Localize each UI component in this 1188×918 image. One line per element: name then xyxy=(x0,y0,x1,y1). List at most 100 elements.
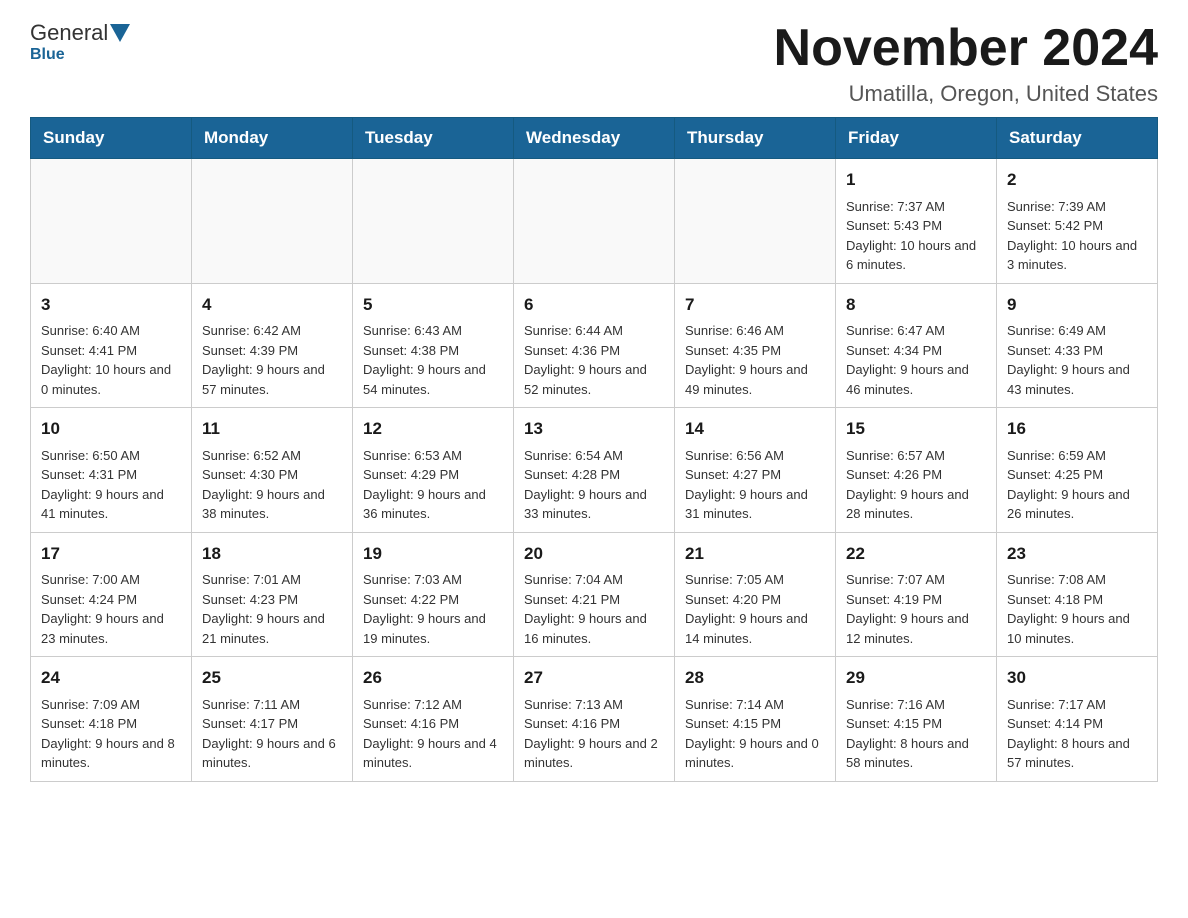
day-number: 15 xyxy=(846,416,986,442)
calendar-cell: 25Sunrise: 7:11 AMSunset: 4:17 PMDayligh… xyxy=(192,657,353,782)
calendar-header-friday: Friday xyxy=(836,118,997,159)
calendar-cell: 6Sunrise: 6:44 AMSunset: 4:36 PMDaylight… xyxy=(514,283,675,408)
title-block: November 2024 Umatilla, Oregon, United S… xyxy=(774,20,1158,107)
day-info: Sunrise: 6:42 AMSunset: 4:39 PMDaylight:… xyxy=(202,321,342,399)
calendar-cell: 29 Sunrise: 7:16 AMSunset: 4:15 PMDayligh… xyxy=(836,657,997,782)
day-info: Sunrise: 7:37 AMSunset: 5:43 PMDaylight:… xyxy=(846,197,986,275)
day-info: Sunrise: 6:54 AMSunset: 4:28 PMDaylight:… xyxy=(524,446,664,524)
calendar-cell: 23Sunrise: 7:08 AMSunset: 4:18 PMDayligh… xyxy=(997,532,1158,657)
calendar-header-saturday: Saturday xyxy=(997,118,1158,159)
day-number: 30 xyxy=(1007,665,1147,691)
day-number: 3 xyxy=(41,292,181,318)
day-number: 7 xyxy=(685,292,825,318)
day-info: Sunrise: 6:57 AMSunset: 4:26 PMDaylight:… xyxy=(846,446,986,524)
day-number: 21 xyxy=(685,541,825,567)
calendar-cell: 13 Sunrise: 6:54 AMSunset: 4:28 PMDayligh… xyxy=(514,408,675,533)
day-info: Sunrise: 6:59 AMSunset: 4:25 PMDaylight:… xyxy=(1007,446,1147,524)
calendar-cell: 12Sunrise: 6:53 AMSunset: 4:29 PMDayligh… xyxy=(353,408,514,533)
calendar-cell: 4Sunrise: 6:42 AMSunset: 4:39 PMDaylight… xyxy=(192,283,353,408)
calendar-cell xyxy=(353,159,514,284)
calendar-cell: 27 Sunrise: 7:13 AMSunset: 4:16 PMDayligh… xyxy=(514,657,675,782)
day-number: 17 xyxy=(41,541,181,567)
day-number: 26 xyxy=(363,665,503,691)
day-number: 20 xyxy=(524,541,664,567)
day-info: Sunrise: 6:49 AMSunset: 4:33 PMDaylight:… xyxy=(1007,321,1147,399)
calendar-week-1: 1 Sunrise: 7:37 AMSunset: 5:43 PMDaylight… xyxy=(31,159,1158,284)
calendar-cell: 20 Sunrise: 7:04 AMSunset: 4:21 PMDayligh… xyxy=(514,532,675,657)
day-number: 28 xyxy=(685,665,825,691)
day-info: Sunrise: 7:07 AMSunset: 4:19 PMDaylight:… xyxy=(846,570,986,648)
calendar-cell xyxy=(675,159,836,284)
day-info: Sunrise: 7:12 AMSunset: 4:16 PMDaylight:… xyxy=(363,695,503,773)
calendar-header-row: SundayMondayTuesdayWednesdayThursdayFrid… xyxy=(31,118,1158,159)
calendar-cell: 28 Sunrise: 7:14 AMSunset: 4:15 PMDayligh… xyxy=(675,657,836,782)
calendar-cell xyxy=(192,159,353,284)
subtitle: Umatilla, Oregon, United States xyxy=(774,81,1158,107)
calendar-header-thursday: Thursday xyxy=(675,118,836,159)
day-info: Sunrise: 7:09 AMSunset: 4:18 PMDaylight:… xyxy=(41,695,181,773)
calendar-cell: 9 Sunrise: 6:49 AMSunset: 4:33 PMDaylight… xyxy=(997,283,1158,408)
calendar-table: SundayMondayTuesdayWednesdayThursdayFrid… xyxy=(30,117,1158,782)
logo-blue-text: Blue xyxy=(30,46,65,63)
day-info: Sunrise: 6:52 AMSunset: 4:30 PMDaylight:… xyxy=(202,446,342,524)
day-number: 19 xyxy=(363,541,503,567)
calendar-cell: 7 Sunrise: 6:46 AMSunset: 4:35 PMDaylight… xyxy=(675,283,836,408)
day-number: 24 xyxy=(41,665,181,691)
day-info: Sunrise: 6:47 AMSunset: 4:34 PMDaylight:… xyxy=(846,321,986,399)
calendar-cell: 26 Sunrise: 7:12 AMSunset: 4:16 PMDayligh… xyxy=(353,657,514,782)
day-number: 18 xyxy=(202,541,342,567)
calendar-week-5: 24 Sunrise: 7:09 AMSunset: 4:18 PMDayligh… xyxy=(31,657,1158,782)
day-info: Sunrise: 7:16 AMSunset: 4:15 PMDaylight:… xyxy=(846,695,986,773)
calendar-cell: 11 Sunrise: 6:52 AMSunset: 4:30 PMDayligh… xyxy=(192,408,353,533)
logo: General Blue xyxy=(30,20,132,64)
day-number: 6 xyxy=(524,292,664,318)
day-number: 29 xyxy=(846,665,986,691)
day-info: Sunrise: 7:13 AMSunset: 4:16 PMDaylight:… xyxy=(524,695,664,773)
main-title: November 2024 xyxy=(774,20,1158,77)
day-number: 12 xyxy=(363,416,503,442)
day-info: Sunrise: 7:05 AMSunset: 4:20 PMDaylight:… xyxy=(685,570,825,648)
calendar-header-tuesday: Tuesday xyxy=(353,118,514,159)
calendar-cell: 19Sunrise: 7:03 AMSunset: 4:22 PMDayligh… xyxy=(353,532,514,657)
calendar-cell: 3 Sunrise: 6:40 AMSunset: 4:41 PMDaylight… xyxy=(31,283,192,408)
day-number: 9 xyxy=(1007,292,1147,318)
day-info: Sunrise: 7:01 AMSunset: 4:23 PMDaylight:… xyxy=(202,570,342,648)
calendar-cell: 21 Sunrise: 7:05 AMSunset: 4:20 PMDayligh… xyxy=(675,532,836,657)
day-number: 16 xyxy=(1007,416,1147,442)
calendar-cell: 30 Sunrise: 7:17 AMSunset: 4:14 PMDayligh… xyxy=(997,657,1158,782)
calendar-week-2: 3 Sunrise: 6:40 AMSunset: 4:41 PMDaylight… xyxy=(31,283,1158,408)
day-number: 14 xyxy=(685,416,825,442)
calendar-cell: 2 Sunrise: 7:39 AMSunset: 5:42 PMDaylight… xyxy=(997,159,1158,284)
day-info: Sunrise: 6:40 AMSunset: 4:41 PMDaylight:… xyxy=(41,321,181,399)
calendar-header-monday: Monday xyxy=(192,118,353,159)
calendar-cell: 18 Sunrise: 7:01 AMSunset: 4:23 PMDayligh… xyxy=(192,532,353,657)
day-info: Sunrise: 7:04 AMSunset: 4:21 PMDaylight:… xyxy=(524,570,664,648)
calendar-cell: 14 Sunrise: 6:56 AMSunset: 4:27 PMDayligh… xyxy=(675,408,836,533)
day-info: Sunrise: 7:17 AMSunset: 4:14 PMDaylight:… xyxy=(1007,695,1147,773)
calendar-cell: 15 Sunrise: 6:57 AMSunset: 4:26 PMDayligh… xyxy=(836,408,997,533)
calendar-cell: 5 Sunrise: 6:43 AMSunset: 4:38 PMDaylight… xyxy=(353,283,514,408)
calendar-cell xyxy=(514,159,675,284)
day-number: 13 xyxy=(524,416,664,442)
day-info: Sunrise: 6:46 AMSunset: 4:35 PMDaylight:… xyxy=(685,321,825,399)
calendar-cell: 24 Sunrise: 7:09 AMSunset: 4:18 PMDayligh… xyxy=(31,657,192,782)
day-number: 1 xyxy=(846,167,986,193)
day-info: Sunrise: 7:00 AMSunset: 4:24 PMDaylight:… xyxy=(41,570,181,648)
day-info: Sunrise: 7:14 AMSunset: 4:15 PMDaylight:… xyxy=(685,695,825,773)
calendar-cell: 1 Sunrise: 7:37 AMSunset: 5:43 PMDaylight… xyxy=(836,159,997,284)
logo-general-text: General xyxy=(30,20,108,46)
calendar-cell: 10Sunrise: 6:50 AMSunset: 4:31 PMDayligh… xyxy=(31,408,192,533)
calendar-cell: 8 Sunrise: 6:47 AMSunset: 4:34 PMDaylight… xyxy=(836,283,997,408)
day-number: 22 xyxy=(846,541,986,567)
calendar-cell xyxy=(31,159,192,284)
day-info: Sunrise: 6:56 AMSunset: 4:27 PMDaylight:… xyxy=(685,446,825,524)
day-info: Sunrise: 7:39 AMSunset: 5:42 PMDaylight:… xyxy=(1007,197,1147,275)
day-number: 5 xyxy=(363,292,503,318)
day-number: 8 xyxy=(846,292,986,318)
day-info: Sunrise: 7:11 AMSunset: 4:17 PMDaylight:… xyxy=(202,695,342,773)
day-number: 27 xyxy=(524,665,664,691)
day-info: Sunrise: 7:08 AMSunset: 4:18 PMDaylight:… xyxy=(1007,570,1147,648)
day-number: 2 xyxy=(1007,167,1147,193)
day-info: Sunrise: 6:43 AMSunset: 4:38 PMDaylight:… xyxy=(363,321,503,399)
day-number: 11 xyxy=(202,416,342,442)
